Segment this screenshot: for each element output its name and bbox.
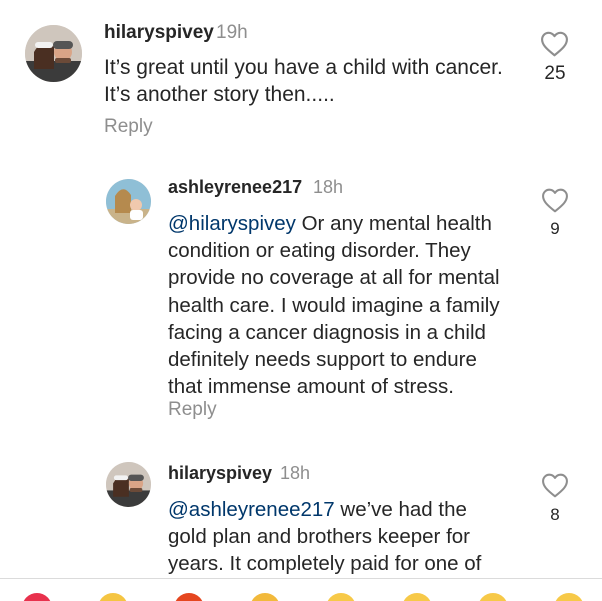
avatar[interactable] xyxy=(106,462,151,507)
reaction-bar xyxy=(0,578,602,601)
comment-timestamp: 18h xyxy=(280,463,311,483)
like-count: 25 xyxy=(544,63,566,84)
heart-eyes-emoji-icon[interactable] xyxy=(402,593,432,601)
comments-screen: hilaryspivey 19h It’s great until you ha… xyxy=(0,0,602,601)
comment-text-line: gold plan and brothers keeper for xyxy=(168,525,471,548)
avatar-photo-icon xyxy=(106,462,151,507)
fire-emoji-icon[interactable] xyxy=(174,593,204,601)
comment-username[interactable]: hilaryspivey xyxy=(104,22,214,44)
heart-outline-icon[interactable] xyxy=(541,473,569,498)
comment-text: It’s great until you have a child with c… xyxy=(104,55,503,108)
avatar-photo-icon xyxy=(25,25,82,82)
comment-text-line: condition or eating disorder. They xyxy=(168,239,471,263)
comment-timestamp: 19h xyxy=(216,22,248,43)
heart-outline-icon[interactable] xyxy=(540,31,569,57)
crying-face-emoji-icon[interactable] xyxy=(326,593,356,601)
comment-text-line: It’s great until you have a child with c… xyxy=(104,56,503,79)
comment-text: @hilaryspivey Or any mental health condi… xyxy=(168,210,500,400)
red-heart-emoji-icon[interactable] xyxy=(22,593,52,601)
reply-button[interactable]: Reply xyxy=(168,399,217,421)
like-count: 8 xyxy=(550,505,560,524)
comment-timestamp: 18h xyxy=(313,177,344,197)
reply-button[interactable]: Reply xyxy=(104,116,153,138)
comment-text-line: It’s another story then..... xyxy=(104,82,335,106)
comment-text-line: health care. I would imagine a family xyxy=(168,293,500,317)
comment-text-line: definitely needs support to endure xyxy=(168,348,477,372)
raised-hands-emoji-icon[interactable] xyxy=(98,593,128,601)
comment-text-segment: Or any mental health xyxy=(295,212,492,235)
surprised-face-emoji-icon[interactable] xyxy=(478,593,508,601)
heart-outline-icon[interactable] xyxy=(541,188,569,213)
comment-text-line: years. It completely paid for one of xyxy=(168,552,482,575)
avatar[interactable] xyxy=(106,179,151,224)
comment-text-segment: we’ve had the xyxy=(334,498,467,521)
comment-text-line: facing a cancer diagnosis in a child xyxy=(168,320,486,344)
comment-text-line: that immense amount of stress. xyxy=(168,375,454,399)
like-count: 9 xyxy=(550,219,560,238)
comment-text-line: @ashleyrenee217 we’ve had the xyxy=(168,496,481,523)
comment-text-line: provide no coverage at all for mental xyxy=(168,266,500,290)
comment-text: @ashleyrenee217 we’ve had the gold plan … xyxy=(168,496,481,577)
clapping-emoji-icon[interactable] xyxy=(250,593,280,601)
mention-link[interactable]: @hilaryspivey xyxy=(168,212,296,235)
mention-link[interactable]: @ashleyrenee217 xyxy=(168,498,335,521)
comment-username[interactable]: hilaryspivey xyxy=(168,463,272,484)
avatar-photo-icon xyxy=(106,179,151,224)
comment-text-line: @hilaryspivey Or any mental health xyxy=(168,210,500,237)
avatar[interactable] xyxy=(25,25,82,82)
comment-username[interactable]: ashleyrenee217 xyxy=(168,177,302,198)
laughing-face-emoji-icon[interactable] xyxy=(554,593,584,601)
